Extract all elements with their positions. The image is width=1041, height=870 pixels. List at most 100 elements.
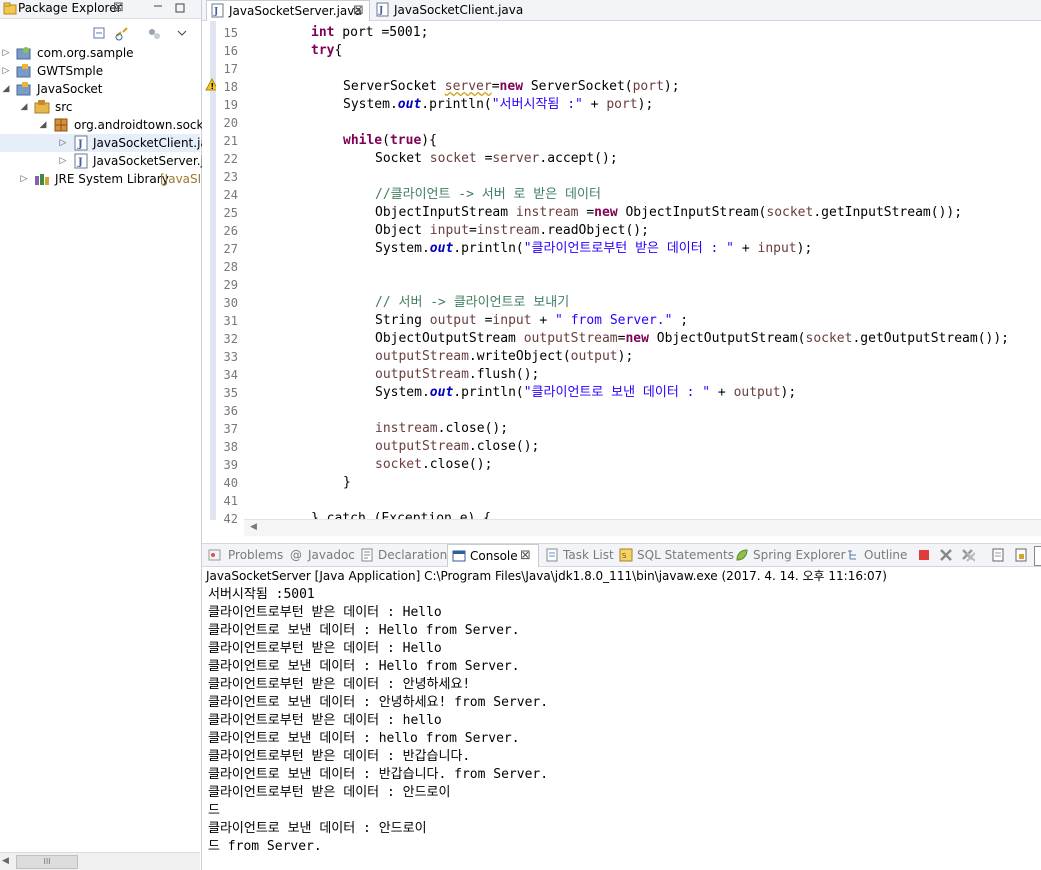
horizontal-scrollbar[interactable]: ◀ III — [0, 852, 200, 870]
local-variable: port — [632, 79, 664, 94]
collapse-arrow-icon[interactable]: ◢ — [1, 80, 11, 98]
close-icon[interactable]: ⊠ — [113, 0, 124, 15]
tab-spring-explorer[interactable]: Spring Explorer — [733, 544, 846, 566]
java-file-icon: J — [376, 2, 389, 17]
code-text: System. — [375, 385, 430, 400]
java-file-icon: J — [74, 153, 88, 169]
console-line: 드 from Server. — [208, 839, 322, 854]
tree-item-label: GWTSmple — [37, 64, 104, 78]
code-text: ObjectInputStream — [375, 205, 516, 220]
code-text: Object — [375, 223, 430, 238]
keyword: new — [625, 331, 649, 346]
console-line: 드 — [208, 803, 220, 818]
code-line-38: outputStream.close(); — [375, 438, 539, 456]
views-tabbar: Problems @ Javadoc Declaration Console ⊠… — [202, 543, 1041, 567]
scrollbar-thumb[interactable]: III — [16, 855, 78, 869]
svg-text:S: S — [622, 552, 627, 560]
console-line: 클라이언트로부턴 받은 데이터 : 안녕하세요! — [208, 677, 471, 692]
local-variable: outputStream — [375, 349, 469, 364]
expand-arrow-icon[interactable]: ▷ — [1, 44, 11, 62]
tab-problems[interactable]: Problems — [206, 544, 286, 566]
tree-item-package[interactable]: ◢ org.androidtown.socke — [0, 116, 211, 134]
focus-on-task-icon[interactable] — [147, 27, 161, 41]
tab-javasocketserver[interactable]: J JavaSocketServer.java ⊠ — [206, 0, 370, 21]
tree-item-javasocket[interactable]: ◢ JavaSocket — [0, 80, 200, 98]
local-variable: socket — [805, 331, 853, 346]
console-line: 서버시작됨 :5001 — [208, 587, 315, 602]
outline-icon — [848, 550, 856, 560]
collapse-arrow-icon[interactable]: ◢ — [38, 116, 48, 134]
tab-sql-statements[interactable]: S SQL Statements — [617, 544, 734, 566]
tree-item-jre-library[interactable]: ▷ JRE System Library [JavaSE — [0, 170, 200, 188]
tree-item-label: JavaSocketClient.jav — [93, 136, 215, 150]
close-icon[interactable]: ⊠ — [353, 1, 364, 21]
remove-all-terminated-icon[interactable] — [961, 548, 975, 562]
line-number: 40 — [223, 476, 238, 490]
console-line: 클라이언트로 보낸 데이터 : 반갑습니다. from Server. — [208, 767, 549, 782]
line-number: 20 — [223, 116, 238, 130]
keyword: int — [311, 25, 335, 40]
tree-item-label: src — [55, 100, 73, 114]
line-number: 26 — [223, 224, 238, 238]
package-explorer-tab-label[interactable]: Package Explorer — [18, 1, 122, 15]
expand-arrow-icon[interactable]: ▷ — [58, 134, 68, 152]
view-toolbar-overflow[interactable] — [1034, 546, 1041, 566]
collapse-all-icon[interactable] — [93, 27, 107, 41]
scroll-left-icon[interactable]: ◀ — [250, 522, 257, 532]
minimize-icon[interactable] — [152, 2, 164, 14]
code-text: .println( — [453, 385, 524, 400]
collapse-arrow-icon[interactable]: ◢ — [19, 98, 29, 116]
line-number: 41 — [223, 494, 238, 508]
code-text: .println( — [421, 97, 492, 112]
code-text: .close(); — [437, 421, 509, 436]
link-with-editor-icon[interactable] — [115, 27, 129, 41]
view-menu-icon[interactable] — [177, 28, 187, 38]
console-output[interactable]: 서버시작됨 :5001 클라이언트로부턴 받은 데이터 : Hello 클라이언… — [208, 586, 1038, 870]
string-literal: "서버시작됨 :" — [491, 97, 583, 112]
tree-item-gwtsmple[interactable]: ▷ GWTSmple — [0, 62, 200, 80]
expand-arrow-icon[interactable]: ▷ — [58, 152, 68, 170]
local-variable: output — [429, 313, 477, 328]
scroll-left-icon[interactable]: ◀ — [2, 856, 9, 866]
line-number: 19 — [223, 98, 238, 112]
tab-task-list[interactable]: Task List — [543, 544, 614, 566]
string-literal: "클라이언트로부턴 받은 데이터 : " — [523, 241, 735, 256]
local-variable: instream — [515, 205, 579, 220]
tab-javadoc[interactable]: @ Javadoc — [288, 544, 356, 566]
code-text: .getInputStream()); — [813, 205, 963, 220]
code-line-15: int port =5001; — [311, 24, 428, 42]
console-line: 클라이언트로부턴 받은 데이터 : Hello — [208, 605, 442, 620]
terminate-icon[interactable] — [917, 548, 931, 562]
svg-text:J: J — [77, 157, 83, 168]
tree-item-javasocketclient[interactable]: ▷ J JavaSocketClient.jav — [0, 134, 215, 152]
remove-launch-icon[interactable] — [939, 548, 953, 562]
tab-console[interactable]: Console ⊠ — [447, 544, 539, 567]
expand-arrow-icon[interactable]: ▷ — [1, 62, 11, 80]
clear-console-icon[interactable] — [991, 548, 1005, 562]
tab-label: Problems — [228, 548, 284, 562]
tree-item-com-org-sample[interactable]: ▷ com.org.sample — [0, 44, 200, 62]
tree-item-javasocketserver[interactable]: ▷ J JavaSocketServer.ja — [0, 152, 211, 170]
local-variable: server — [444, 79, 492, 94]
code-editor[interactable]: int port =5001; try{ ServerSocket server… — [244, 21, 1041, 520]
expand-arrow-icon[interactable]: ▷ — [19, 170, 29, 188]
scroll-lock-icon[interactable] — [1014, 548, 1028, 562]
code-text: Socket — [375, 151, 430, 166]
keyword: try — [311, 43, 335, 58]
line-number: 39 — [223, 458, 238, 472]
code-text: ); — [780, 385, 797, 400]
code-text: { — [334, 43, 343, 58]
editor-horizontal-scrollbar[interactable]: ◀ — [244, 519, 1041, 536]
console-line: 클라이언트로부턴 받은 데이터 : hello — [208, 713, 442, 728]
tree-item-label: com.org.sample — [37, 46, 134, 60]
close-icon[interactable]: ⊠ — [520, 545, 531, 567]
tab-declaration[interactable]: Declaration — [358, 544, 447, 566]
code-text: .getOutputStream()); — [852, 331, 1010, 346]
local-variable: outputStream — [375, 439, 469, 454]
keyword: new — [499, 79, 524, 94]
tree-item-src[interactable]: ◢ src — [0, 98, 200, 116]
tab-javasocketclient[interactable]: J JavaSocketClient.java — [372, 0, 523, 20]
tab-outline[interactable]: Outline — [844, 544, 910, 566]
console-line: 클라이언트로부턴 받은 데이터 : Hello — [208, 641, 442, 656]
maximize-icon[interactable] — [174, 2, 186, 14]
